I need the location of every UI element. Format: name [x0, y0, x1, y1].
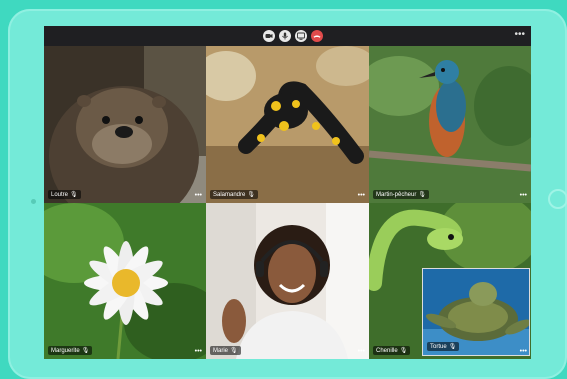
- video-tile-salamandre[interactable]: Salamandre 🎙 •••: [206, 46, 369, 203]
- video-grid: Loutre 🎙 ••• Salamandre 🎙 ••• Martin-pêc…: [44, 46, 531, 359]
- daisy-video: [44, 203, 206, 359]
- participant-label: Salamandre 🎙: [210, 190, 258, 199]
- microphone-icon: 🎙: [448, 344, 457, 350]
- tile-options-button[interactable]: •••: [358, 348, 365, 355]
- tile-options-button[interactable]: •••: [520, 348, 527, 355]
- front-camera: [31, 199, 36, 204]
- participant-name: Marguerite: [51, 348, 80, 354]
- participant-label: Loutre 🎙: [48, 190, 81, 199]
- microphone-icon: 🎙: [70, 192, 78, 198]
- participant-name: Salamandre: [213, 192, 246, 198]
- participant-label: Martin-pêcheur 🎙: [373, 190, 429, 199]
- microphone-icon: 🎙: [399, 348, 408, 354]
- video-tile-marguerite[interactable]: Marguerite 🎙 •••: [44, 203, 206, 359]
- self-view-label: Tortue 🎙: [427, 342, 460, 351]
- more-options-button[interactable]: •••: [514, 30, 525, 40]
- microphone-icon: 🎙: [247, 192, 255, 198]
- video-call-screen: ••• Loutre 🎙 ••• Salamandre 🎙 ••• Martin…: [44, 26, 531, 359]
- participant-name: Chenille: [376, 348, 398, 354]
- participant-label: Marie 🎙: [210, 346, 241, 355]
- participant-name: Loutre: [51, 192, 69, 198]
- tile-options-button[interactable]: •••: [195, 192, 202, 199]
- microphone-icon: [282, 32, 288, 40]
- screen-share-button[interactable]: [295, 30, 307, 42]
- camera-toggle-button[interactable]: [263, 30, 275, 42]
- participant-name: Tortue: [430, 344, 447, 350]
- tile-options-button[interactable]: •••: [358, 192, 365, 199]
- video-tile-marie[interactable]: Marie 🎙 •••: [206, 203, 369, 359]
- participant-name: Martin-pêcheur: [376, 192, 417, 198]
- microphone-icon: 🎙: [230, 348, 238, 354]
- otter-video: [44, 46, 206, 203]
- hang-up-button[interactable]: [311, 30, 323, 42]
- person-video: [206, 203, 369, 359]
- video-tile-loutre[interactable]: Loutre 🎙 •••: [44, 46, 206, 203]
- self-view[interactable]: Tortue 🎙: [422, 268, 530, 356]
- participant-name: Marie: [213, 348, 229, 354]
- hang-up-icon: [313, 35, 321, 38]
- microphone-toggle-button[interactable]: [279, 30, 291, 42]
- kingfisher-video: [369, 46, 531, 203]
- microphone-icon: 🎙: [81, 348, 90, 354]
- camera-icon: [265, 34, 273, 38]
- participant-label: Marguerite 🎙: [48, 346, 93, 355]
- participant-label: Chenille 🎙: [373, 346, 411, 355]
- tile-options-button[interactable]: •••: [520, 192, 527, 199]
- call-toolbar: •••: [44, 26, 531, 46]
- salamander-video: [206, 46, 369, 203]
- tile-options-button[interactable]: •••: [195, 348, 202, 355]
- screen-share-icon: [297, 32, 305, 40]
- video-tile-chenille[interactable]: Tortue 🎙 Chenille 🎙 •••: [369, 203, 531, 359]
- video-tile-martin-pecheur[interactable]: Martin-pêcheur 🎙 •••: [369, 46, 531, 203]
- microphone-icon: 🎙: [418, 192, 426, 198]
- home-button[interactable]: [548, 189, 567, 209]
